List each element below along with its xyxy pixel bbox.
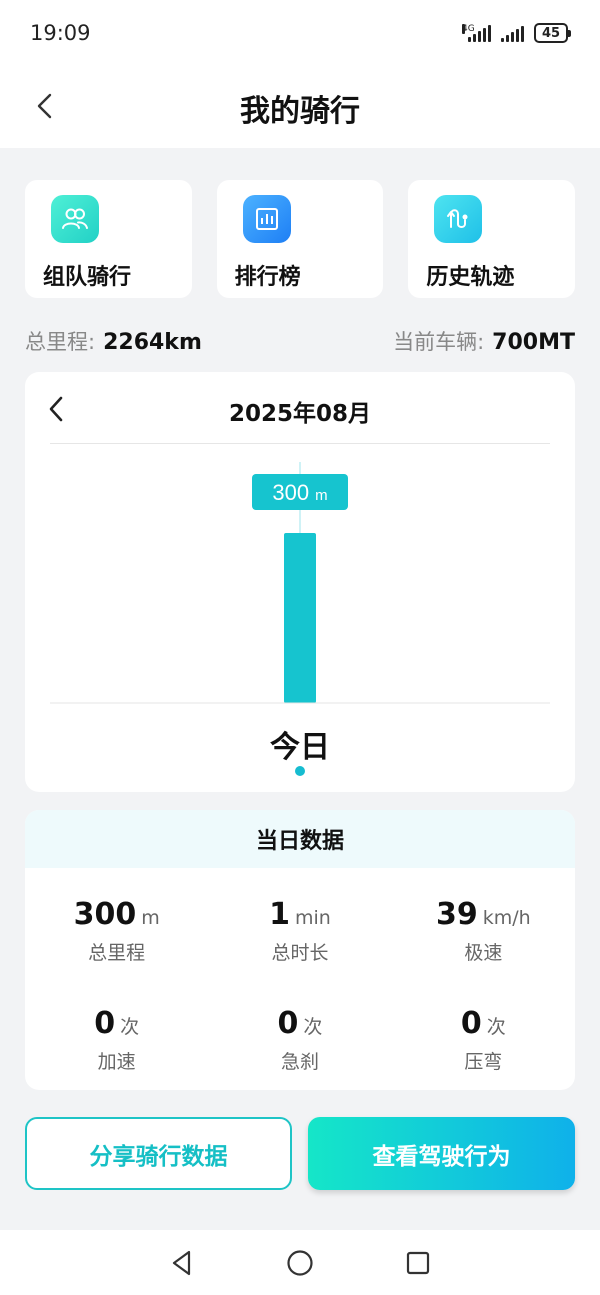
stat-label: 急刹 — [280, 1051, 319, 1073]
history-track-label: 历史轨迹 — [426, 265, 515, 290]
team-ride-card[interactable]: 组队骑行 — [25, 180, 192, 298]
chart-bar[interactable] — [284, 533, 316, 703]
stat-label: 压弯 — [464, 1051, 503, 1073]
ranking-icon — [242, 195, 291, 243]
stat-label: 总里程 — [88, 942, 146, 964]
daily-stats-grid: 300 m 总里程 1 min 总时长 39 km/h 极速 0次 加速 0次 急刹 … — [25, 898, 575, 1074]
stat-value: 39 — [435, 897, 478, 932]
battery-icon: 45 — [534, 23, 571, 43]
total-distance: 总里程: 2264km — [25, 326, 202, 356]
status-icons: 4G 45 — [462, 23, 571, 43]
page-title: 我的骑行 — [240, 94, 360, 129]
daily-data-title: 当日数据 — [25, 810, 575, 868]
stat-top-speed: 39 km/h 极速 — [392, 898, 575, 965]
stat-unit: km/h — [482, 907, 531, 929]
page-indicator-dot — [295, 766, 305, 776]
stat-unit: 次 — [486, 1016, 506, 1038]
stat-unit: min — [295, 907, 331, 929]
stat-value: 1 — [269, 897, 290, 932]
nav-home-icon[interactable] — [285, 1248, 315, 1278]
stat-value: 0 — [460, 1006, 482, 1041]
team-ride-label: 组队骑行 — [43, 265, 132, 290]
stat-label: 极速 — [464, 942, 503, 964]
stat-unit: 次 — [303, 1016, 323, 1038]
system-nav-bar — [0, 1230, 600, 1295]
chart-month: 2025年08月 — [228, 401, 372, 427]
stat-total-distance: 300 m 总里程 — [25, 898, 208, 965]
nav-back-icon[interactable] — [167, 1248, 197, 1278]
stat-label: 加速 — [97, 1051, 136, 1073]
bar-category-label: 今日 — [270, 730, 330, 765]
ranking-label: 排行榜 — [234, 265, 301, 290]
stat-label: 总时长 — [271, 942, 329, 964]
current-vehicle: 当前车辆: 700MT — [393, 326, 575, 356]
team-icon — [51, 195, 99, 243]
nav-recents-icon[interactable] — [403, 1248, 433, 1278]
daily-data-card: 当日数据 300 m 总里程 1 min 总时长 39 km/h 极速 0次 加速 0… — [25, 810, 575, 1090]
battery-level: 45 — [541, 25, 561, 41]
stat-hard-braking: 0次 急刹 — [208, 1007, 391, 1074]
signal-icon — [501, 24, 524, 42]
status-time: 19:09 — [30, 21, 91, 45]
vehicle-value: 700MT — [492, 330, 575, 355]
vehicle-label: 当前车辆: — [393, 330, 485, 354]
stat-cornering: 0次 压弯 — [392, 1007, 575, 1074]
header: 我的骑行 — [0, 66, 600, 148]
view-driving-behavior-button[interactable]: 查看驾驶行为 — [308, 1117, 575, 1190]
bars-group — [284, 533, 316, 703]
stat-unit: m — [141, 907, 160, 929]
ranking-card[interactable]: 排行榜 — [216, 180, 384, 298]
chart-card: 2025年08月 300 m 今日 — [25, 372, 575, 792]
stat-value: 0 — [277, 1006, 299, 1041]
stat-value: 0 — [94, 1006, 116, 1041]
history-track-card[interactable]: 历史轨迹 — [408, 180, 576, 298]
stat-value: 300 — [73, 897, 137, 932]
route-icon — [434, 195, 483, 243]
share-ride-data-button[interactable]: 分享骑行数据 — [25, 1117, 292, 1190]
quick-actions: 组队骑行 排行榜 历史轨迹 — [25, 180, 576, 298]
stat-acceleration: 0次 加速 — [25, 1007, 208, 1074]
total-distance-label: 总里程: — [25, 330, 96, 354]
bar-chart: 300 m — [50, 462, 550, 704]
stat-total-duration: 1 min 总时长 — [208, 898, 391, 965]
summary-row: 总里程: 2264km 当前车辆: 700MT — [25, 323, 575, 359]
total-distance-value: 2264km — [103, 330, 202, 355]
status-bar: 19:09 4G 45 — [0, 0, 600, 66]
stat-unit: 次 — [120, 1016, 140, 1038]
signal-4g-icon: 4G — [462, 24, 491, 42]
